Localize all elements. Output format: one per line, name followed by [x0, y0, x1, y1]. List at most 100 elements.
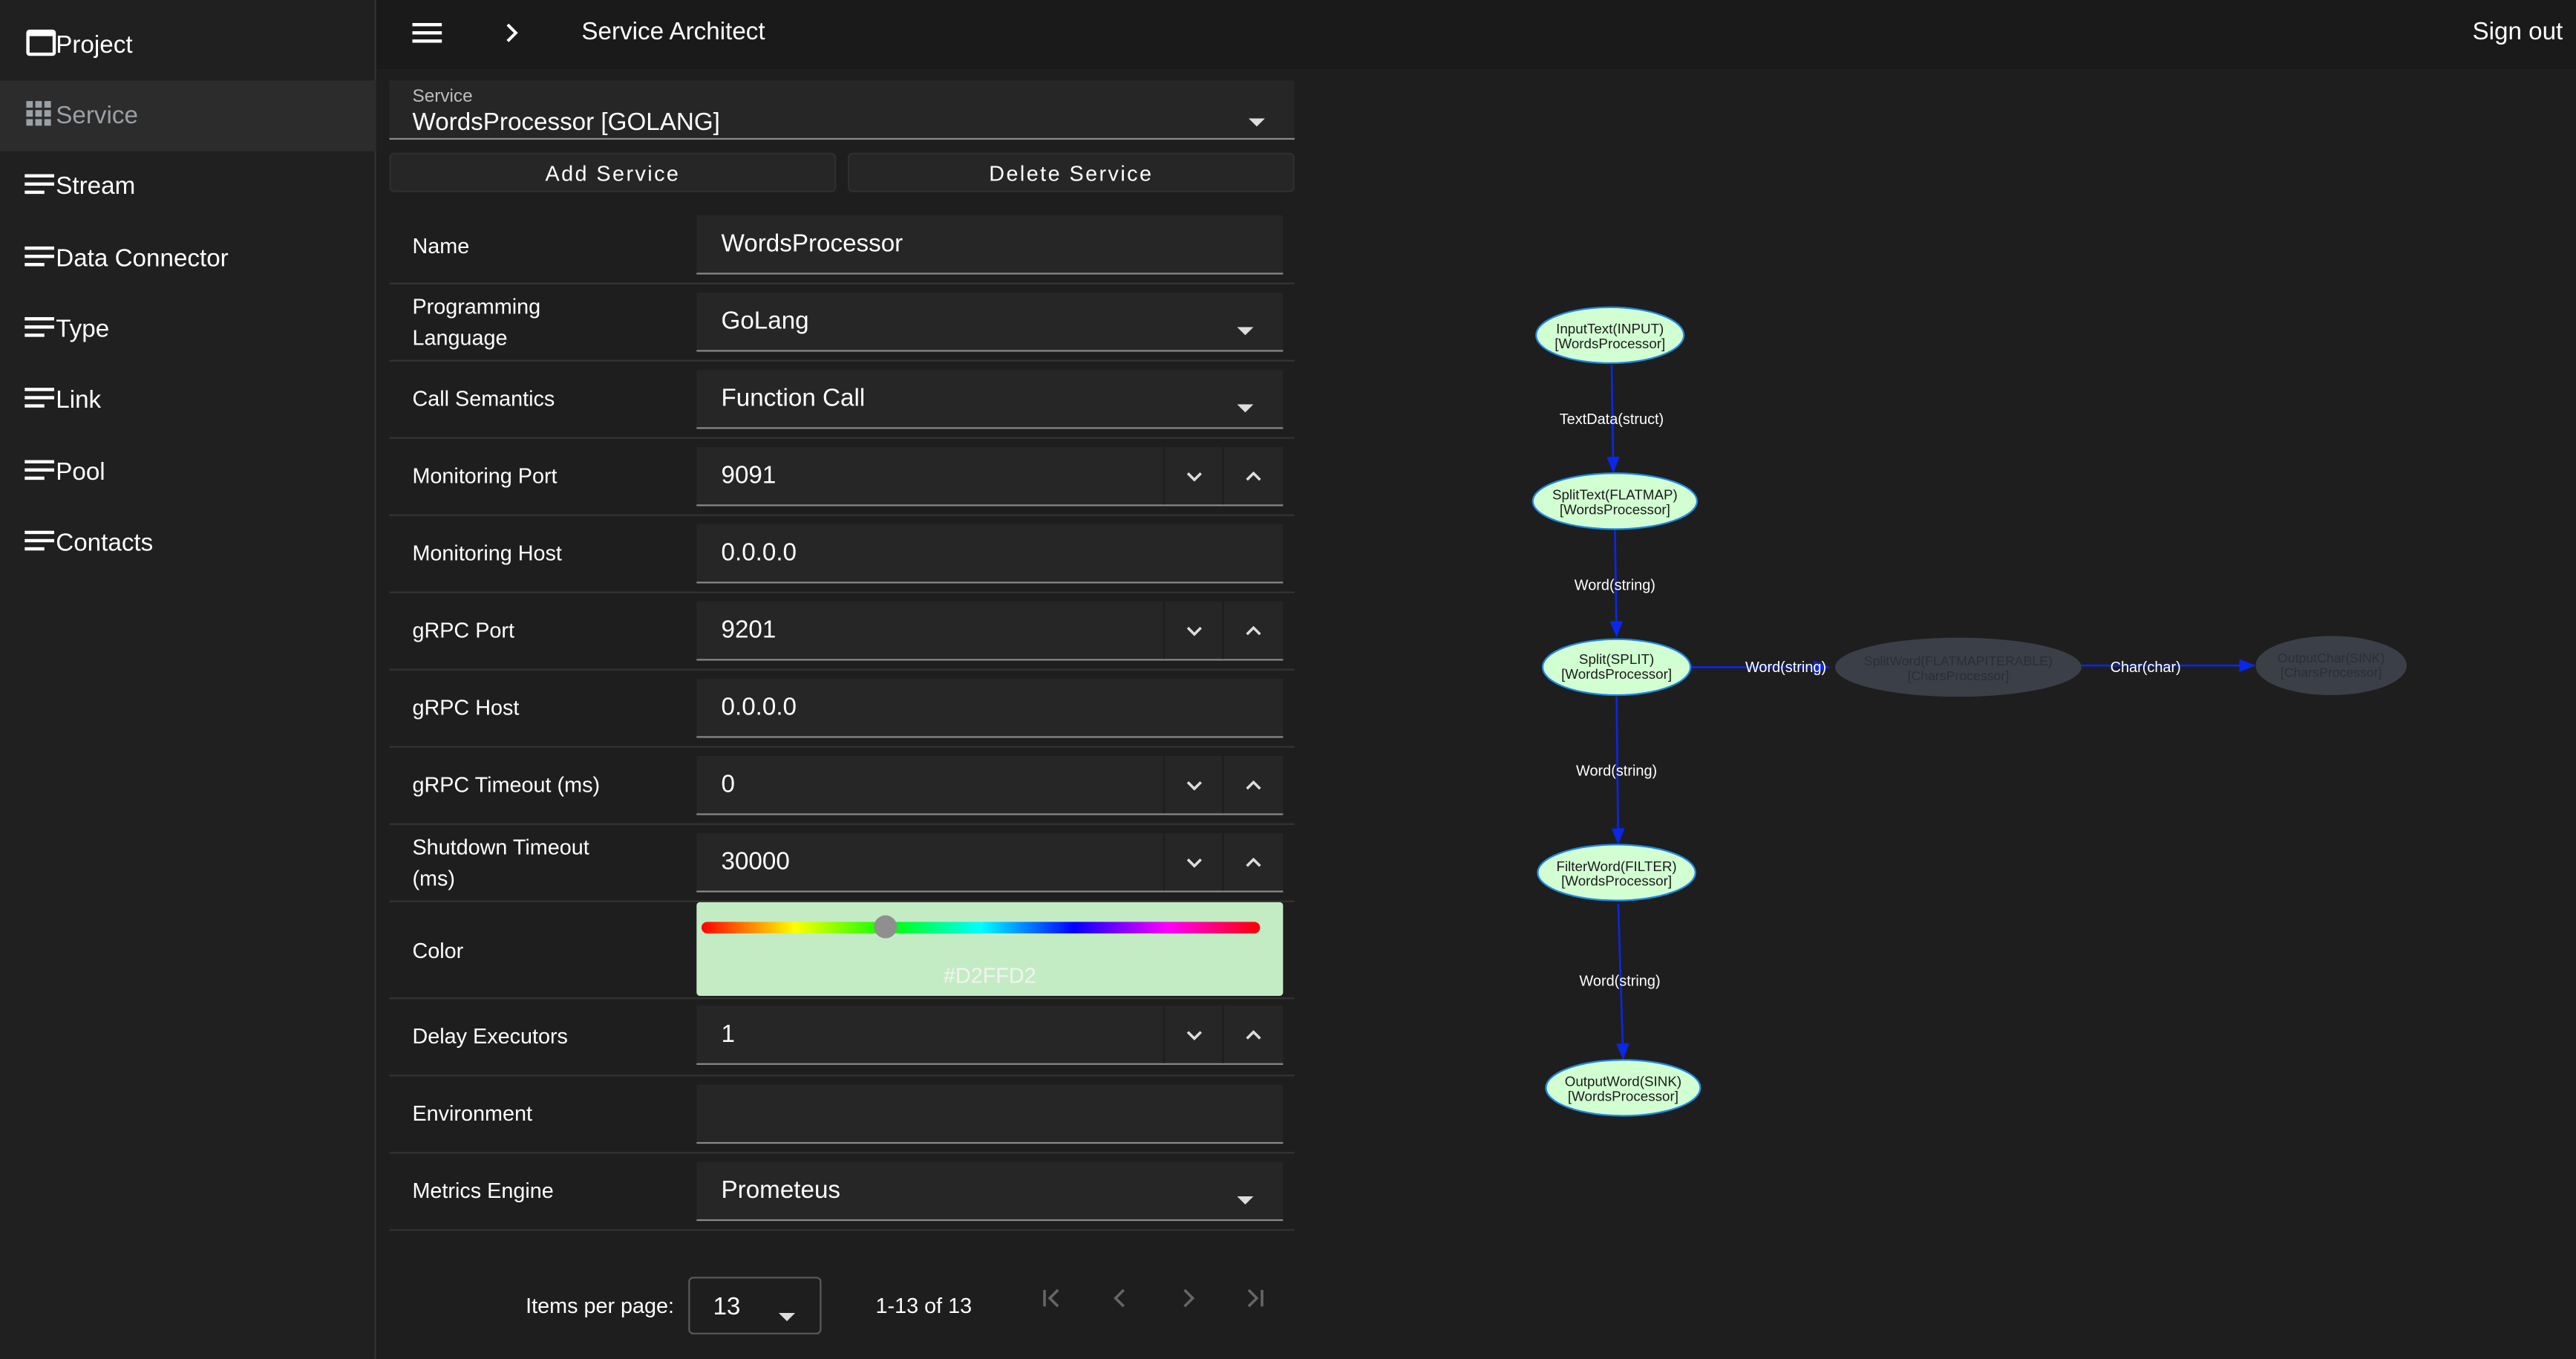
list-icon — [24, 528, 55, 558]
list-icon — [24, 385, 55, 415]
chevron-up-icon[interactable] — [1222, 755, 1283, 814]
graph-node[interactable]: OutputWord(SINK) [WordsProcessor] — [1545, 1059, 1701, 1117]
next-page-icon[interactable] — [1177, 1287, 1200, 1318]
graph-node[interactable]: SplitWord(FLATMAPITERABLE) [CharsProcess… — [1834, 637, 2082, 697]
environment-input[interactable] — [696, 1084, 1284, 1144]
color-picker[interactable]: #D2FFD2 — [696, 902, 1284, 996]
caret-down-icon — [778, 1302, 796, 1332]
delete-service-button[interactable]: Delete Service — [847, 152, 1295, 192]
paginator: Items per page: 13 1-13 of 13 — [389, 1260, 1294, 1343]
sidebar-item-type[interactable]: Type — [0, 294, 376, 365]
node-owner: [WordsProcessor] — [1561, 873, 1672, 889]
form-row-color: Color #D2FFD2 — [389, 902, 1295, 1000]
sidebar-item-label: Type — [56, 315, 110, 344]
sidebar-item-label: Pool — [56, 458, 105, 486]
monitoring-port-input[interactable]: 9091 — [696, 446, 1284, 506]
grpc-host-input[interactable]: 0.0.0.0 — [696, 678, 1284, 738]
sidebar-item-pool[interactable]: Pool — [0, 437, 376, 508]
sidebar-item-data-connector[interactable]: Data Connector — [0, 224, 376, 294]
call-semantics-value: Function Call — [721, 384, 866, 413]
graph-node[interactable]: FilterWord(FILTER) [WordsProcessor] — [1537, 844, 1696, 902]
node-name: Split(SPLIT) — [1579, 651, 1654, 667]
name-input[interactable]: WordsProcessor — [696, 215, 1284, 275]
form-row-call-semantics: Call Semantics Function Call — [389, 362, 1295, 439]
chevron-right-icon[interactable] — [503, 22, 519, 53]
chevron-up-icon[interactable] — [1222, 446, 1283, 505]
form-row-name: Name WordsProcessor — [389, 207, 1295, 284]
call-semantics-select[interactable]: Function Call — [696, 369, 1284, 429]
add-service-button[interactable]: Add Service — [389, 152, 837, 192]
form-row-environment: Environment — [389, 1076, 1295, 1154]
node-owner: [WordsProcessor] — [1568, 1089, 1678, 1104]
name-label: Name — [412, 233, 470, 258]
node-owner: [WordsProcessor] — [1561, 666, 1672, 682]
chevron-down-icon[interactable] — [1163, 1006, 1223, 1063]
service-select-value: WordsProcessor [GOLANG] — [412, 108, 720, 137]
form-row-monitoring-port: Monitoring Port 9091 — [389, 439, 1295, 516]
list-icon — [24, 244, 55, 274]
chevron-up-icon[interactable] — [1222, 601, 1283, 659]
grpc-host-label: gRPC Host — [412, 695, 520, 720]
sidebar-item-project[interactable]: Project — [0, 10, 376, 80]
node-name: InputText(INPUT) — [1556, 321, 1664, 336]
graph-edge: TextData(struct) — [1560, 365, 1664, 474]
graph-node[interactable]: Split(SPLIT) [WordsProcessor] — [1541, 638, 1692, 697]
chevron-up-icon[interactable] — [1222, 1006, 1283, 1063]
sign-out-link[interactable]: Sign out — [2472, 18, 2563, 46]
service-graph: TextData(struct) Word(string) Word(strin… — [1309, 68, 2576, 1359]
monitoring-host-input[interactable]: 0.0.0.0 — [696, 524, 1284, 584]
hue-slider-track[interactable] — [701, 922, 1261, 933]
graph-edge: Word(string) — [1579, 903, 1661, 1060]
list-icon — [24, 172, 55, 201]
metrics-engine-select[interactable]: Prometeus — [696, 1161, 1284, 1222]
grpc-timeout-input[interactable]: 0 — [696, 755, 1284, 815]
top-bar: Service Architect Sign out — [376, 0, 2576, 69]
chevron-down-icon[interactable] — [1163, 755, 1223, 814]
metrics-engine-label: Metrics Engine — [412, 1178, 554, 1203]
language-select[interactable]: GoLang — [696, 292, 1284, 352]
chevron-down-icon[interactable] — [1163, 601, 1223, 659]
sidebar-item-link[interactable]: Link — [0, 365, 376, 435]
edge-label: TextData(struct) — [1560, 411, 1664, 428]
items-per-page-select[interactable]: 13 — [688, 1277, 822, 1334]
sidebar-item-contacts[interactable]: Contacts — [0, 508, 376, 579]
shutdown-timeout-input[interactable]: 30000 — [696, 832, 1284, 893]
grpc-host-value: 0.0.0.0 — [721, 693, 797, 722]
menu-icon[interactable] — [412, 22, 442, 53]
sidebar-item-service[interactable]: Service — [0, 80, 376, 151]
edge-label: Word(string) — [1579, 974, 1660, 990]
shutdown-timeout-value: 30000 — [721, 847, 790, 876]
caret-down-icon — [1237, 316, 1254, 345]
graph-node[interactable]: SplitText(FLATMAP) [WordsProcessor] — [1531, 472, 1699, 530]
graph-node[interactable]: OutputChar(SINK) [CharsProcessor] — [2255, 636, 2407, 696]
last-page-icon[interactable] — [1243, 1287, 1266, 1318]
service-select[interactable]: Service WordsProcessor [GOLANG] — [389, 80, 1295, 140]
form-row-grpc-host: gRPC Host 0.0.0.0 — [389, 671, 1295, 748]
form-row-delay-executors: Delay Executors 1 — [389, 999, 1295, 1077]
first-page-icon[interactable] — [1040, 1287, 1063, 1318]
page-range: 1-13 of 13 — [875, 1293, 972, 1318]
monitoring-port-value: 9091 — [721, 461, 777, 490]
edge-label: Word(string) — [1745, 659, 1826, 676]
chevron-down-icon[interactable] — [1163, 832, 1223, 891]
previous-page-icon[interactable] — [1109, 1287, 1132, 1318]
shutdown-timeout-label-line2: (ms) — [412, 866, 456, 891]
form-row-grpc-timeout: gRPC Timeout (ms) 0 — [389, 748, 1295, 825]
delay-executors-label: Delay Executors — [412, 1023, 568, 1049]
hue-slider-thumb[interactable] — [874, 915, 898, 939]
environment-label: Environment — [412, 1101, 532, 1126]
delay-executors-input[interactable]: 1 — [696, 1006, 1284, 1065]
caret-down-icon — [1248, 107, 1266, 137]
sidebar-item-stream[interactable]: Stream — [0, 151, 376, 222]
edge-label: Word(string) — [1576, 763, 1657, 779]
chevron-down-icon[interactable] — [1163, 446, 1223, 505]
graph-node[interactable]: InputText(INPUT) [WordsProcessor] — [1535, 306, 1685, 365]
call-semantics-label: Call Semantics — [412, 386, 555, 411]
grpc-port-value: 9201 — [721, 616, 777, 645]
sidebar-item-label: Stream — [56, 172, 136, 201]
node-name: FilterWord(FILTER) — [1556, 858, 1676, 874]
chevron-up-icon[interactable] — [1222, 832, 1283, 891]
grpc-port-input[interactable]: 9201 — [696, 601, 1284, 661]
node-name: SplitText(FLATMAP) — [1552, 487, 1678, 503]
node-name: OutputWord(SINK) — [1565, 1074, 1681, 1089]
